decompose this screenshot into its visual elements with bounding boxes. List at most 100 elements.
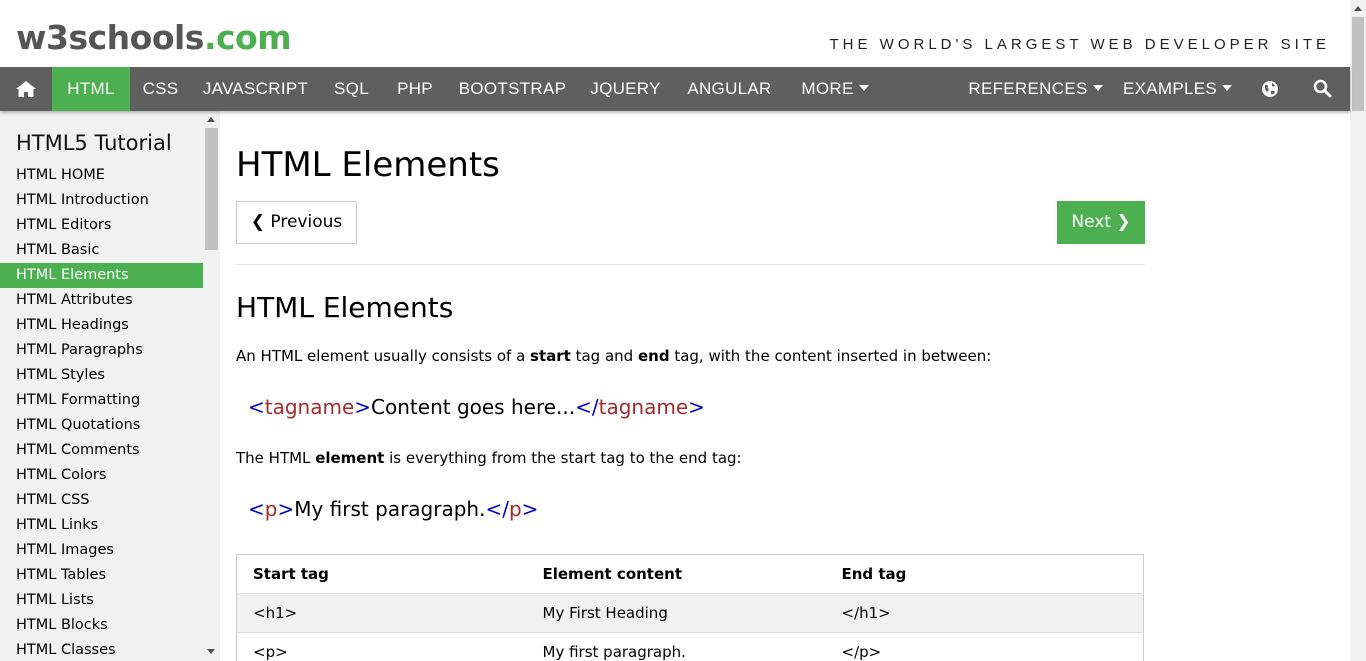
nav-item-sql[interactable]: SQL — [320, 67, 383, 111]
home-icon — [16, 81, 36, 97]
code-token: </ — [485, 497, 509, 521]
sidebar-item-html-images[interactable]: HTML Images — [0, 538, 203, 563]
table-header-cell: Element content — [542, 565, 683, 583]
sidebar-item-html-styles[interactable]: HTML Styles — [0, 363, 203, 388]
sidebar-item-html-editors[interactable]: HTML Editors — [0, 213, 203, 238]
page-scrollbar-thumb[interactable] — [1352, 17, 1364, 111]
elements-table: Start tag Element content End tag <h1> M… — [236, 554, 1144, 661]
page-title: HTML Elements — [236, 145, 500, 185]
nav-item-css[interactable]: CSS — [130, 67, 191, 111]
scroll-up-arrow-icon[interactable] — [1354, 6, 1362, 11]
sidebar-item-html-colors[interactable]: HTML Colors — [0, 463, 203, 488]
code-token: < — [248, 395, 265, 419]
code-token: tagname — [598, 395, 689, 419]
table-header-row: Start tag Element content End tag — [237, 555, 1144, 594]
sidebar-item-html-elements[interactable]: HTML Elements — [0, 263, 203, 288]
code-token: My first paragraph. — [294, 497, 486, 521]
intro-text-1: An HTML element usually consists of a — [236, 347, 531, 365]
element-text-2: is everything from the start tag to the … — [384, 449, 742, 467]
sidebar-item-html-tables[interactable]: HTML Tables — [0, 563, 203, 588]
nav-item-javascript[interactable]: JAVASCRIPT — [191, 67, 320, 111]
site-header: w3schools.com THE WORLD'S LARGEST WEB DE… — [0, 0, 1350, 67]
caret-down-icon — [858, 85, 869, 92]
nav-item-html[interactable]: HTML — [52, 67, 130, 111]
caret-down-icon — [1092, 85, 1103, 92]
globe-icon — [1262, 81, 1278, 97]
scroll-down-arrow-icon[interactable] — [207, 649, 215, 654]
section-title: HTML Elements — [236, 291, 454, 324]
table-header-cell: Start tag — [253, 565, 329, 583]
intro-text-2: tag and — [570, 347, 638, 365]
nav-examples-label: EXAMPLES — [1122, 79, 1218, 98]
table-cell: </h1> — [825, 593, 1144, 633]
sidebar-item-html-headings[interactable]: HTML Headings — [0, 313, 203, 338]
sidebar-menu: HTML HOME HTML Introduction HTML Editors… — [0, 163, 203, 661]
nav-item-bootstrap[interactable]: BOOTSTRAP — [447, 67, 578, 111]
nav-home-button[interactable] — [0, 67, 52, 111]
code-token: > — [688, 395, 705, 419]
nav-item-more[interactable]: MORE — [786, 67, 884, 111]
code-token: p — [264, 497, 278, 521]
code-token: > — [277, 497, 295, 521]
code-token: p — [508, 497, 522, 521]
code-token: tagname — [264, 395, 355, 419]
code-token: > — [354, 395, 372, 419]
nav-references-label: REFERENCES — [968, 79, 1088, 98]
sidebar-item-html-paragraphs[interactable]: HTML Paragraphs — [0, 338, 203, 363]
sidebar-item-html-formatting[interactable]: HTML Formatting — [0, 388, 203, 413]
top-nav-bar: HTML CSS JAVASCRIPT SQL PHP BOOTSTRAP JQ… — [0, 67, 1350, 111]
sidebar-item-html-attributes[interactable]: HTML Attributes — [0, 288, 203, 313]
nav-item-php[interactable]: PHP — [383, 67, 447, 111]
sidebar-item-html-blocks[interactable]: HTML Blocks — [0, 613, 203, 638]
table-cell: My First Heading — [526, 593, 826, 633]
table-header-cell: End tag — [841, 565, 907, 583]
table-cell: </p> — [825, 632, 1144, 661]
element-paragraph: The HTML element is everything from the … — [236, 449, 742, 467]
sidebar-item-html-introduction[interactable]: HTML Introduction — [0, 188, 203, 213]
table-cell: <p> — [236, 632, 527, 661]
sidebar-title: HTML5 Tutorial — [16, 131, 172, 155]
code-token: < — [248, 497, 265, 521]
intro-paragraph: An HTML element usually consists of a st… — [236, 347, 991, 365]
sidebar-item-html-lists[interactable]: HTML Lists — [0, 588, 203, 613]
intro-bold-end: end — [637, 347, 670, 365]
nav-search-button[interactable] — [1300, 67, 1344, 111]
sidebar-item-html-links[interactable]: HTML Links — [0, 513, 203, 538]
sidebar-item-html-basic[interactable]: HTML Basic — [0, 238, 203, 263]
code-token: Content goes here... — [371, 395, 576, 419]
code-token: </ — [575, 395, 599, 419]
search-icon — [1313, 79, 1332, 98]
element-text-1: The HTML — [236, 449, 316, 467]
nav-item-angular[interactable]: ANGULAR — [673, 67, 786, 111]
sidebar-item-html-classes[interactable]: HTML Classes — [0, 638, 203, 661]
table-row: <h1> My First Heading </h1> — [236, 593, 1144, 633]
nav-globe-button[interactable] — [1248, 67, 1292, 111]
site-tagline: THE WORLD'S LARGEST WEB DEVELOPER SITE — [829, 36, 1330, 53]
sidebar-item-html-css[interactable]: HTML CSS — [0, 488, 203, 513]
intro-bold-start: start — [530, 347, 571, 365]
sidebar-item-html-quotations[interactable]: HTML Quotations — [0, 413, 203, 438]
next-button[interactable]: Next ❯ — [1057, 201, 1145, 244]
divider — [236, 264, 1145, 265]
code-example-paragraph: <p>My first paragraph.</p> — [248, 497, 538, 521]
site-logo[interactable]: w3schools.com — [16, 18, 292, 57]
previous-button[interactable]: ❮ Previous — [236, 201, 357, 244]
code-token: > — [521, 497, 539, 521]
table-cell: My first paragraph. — [526, 632, 826, 661]
nav-item-examples[interactable]: EXAMPLES — [1111, 67, 1244, 111]
scroll-up-arrow-icon[interactable] — [207, 117, 215, 122]
caret-down-icon — [1222, 85, 1233, 92]
code-example-tagname: <tagname>Content goes here...</tagname> — [248, 395, 705, 419]
logo-suffix-text: .com — [203, 18, 292, 57]
nav-item-jquery[interactable]: JQUERY — [578, 67, 673, 111]
sidebar: HTML5 Tutorial HTML HOME HTML Introducti… — [0, 111, 220, 661]
element-bold: element — [315, 449, 385, 467]
table-row: <p> My first paragraph. </p> — [236, 632, 1144, 661]
table-cell: <h1> — [236, 593, 527, 633]
logo-main-text: w3schools — [16, 18, 204, 57]
intro-text-3: tag, with the content inserted in betwee… — [669, 347, 992, 365]
sidebar-item-html-comments[interactable]: HTML Comments — [0, 438, 203, 463]
sidebar-item-html-home[interactable]: HTML HOME — [0, 163, 203, 188]
nav-item-references[interactable]: REFERENCES — [960, 67, 1111, 111]
sidebar-scrollbar-thumb[interactable] — [205, 128, 218, 250]
